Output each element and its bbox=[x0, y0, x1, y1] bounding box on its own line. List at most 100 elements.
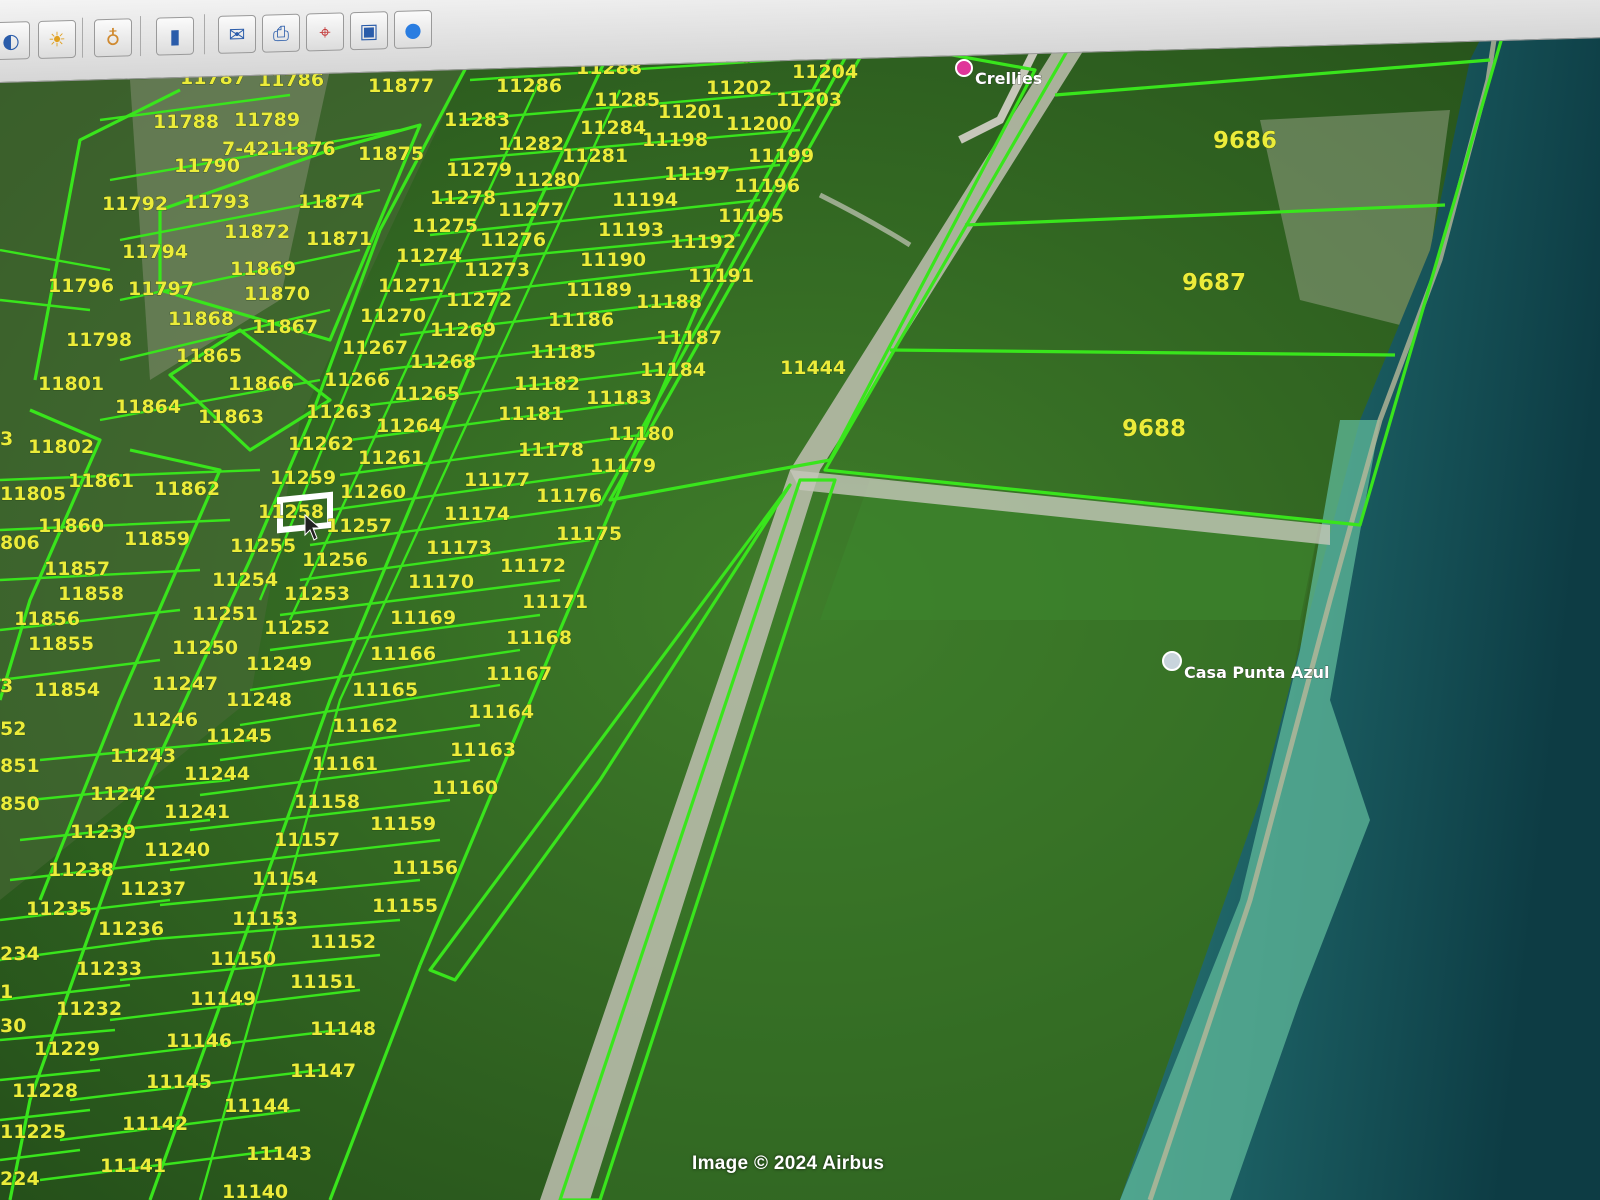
lot-label: 11794 bbox=[122, 241, 188, 263]
lot-label: 11188 bbox=[636, 291, 702, 313]
ruler-button[interactable]: ▮ bbox=[156, 16, 194, 56]
email-button[interactable]: ✉ bbox=[218, 14, 256, 54]
lot-label: 11254 bbox=[212, 569, 278, 591]
lot-label: 11274 bbox=[396, 245, 462, 267]
lot-label: 11862 bbox=[154, 478, 220, 500]
lot-label: 11260 bbox=[340, 481, 406, 503]
lot-label: 11801 bbox=[38, 373, 104, 395]
planet-icon: ♁ bbox=[105, 25, 121, 51]
lot-label: 11268 bbox=[410, 351, 476, 373]
lot-label: 11156 bbox=[392, 857, 458, 879]
lot-label: 11860 bbox=[38, 515, 104, 537]
lot-label: 11264 bbox=[376, 415, 442, 437]
earth-button[interactable]: ● bbox=[394, 9, 432, 49]
lot-label: 11174 bbox=[444, 503, 510, 525]
lot-label: 11160 bbox=[432, 777, 498, 799]
lot-label: 11203 bbox=[776, 89, 842, 111]
lot-label: 11854 bbox=[34, 679, 100, 701]
lot-label: 11278 bbox=[430, 187, 496, 209]
lot-label: 851 bbox=[0, 755, 40, 777]
lot-label: 806 bbox=[0, 532, 40, 554]
lot-label: 11273 bbox=[464, 259, 530, 281]
lot-label: 11241 bbox=[164, 801, 230, 823]
lot-label: 11148 bbox=[310, 1018, 376, 1040]
lot-label: 11200 bbox=[726, 113, 792, 135]
lot-label: 11194 bbox=[612, 189, 678, 211]
lot-label: 11228 bbox=[12, 1080, 78, 1102]
print-icon: ⎙ bbox=[273, 20, 289, 46]
lot-label: 11172 bbox=[500, 555, 566, 577]
lot-label: 11238 bbox=[48, 859, 114, 881]
lot-label: 11145 bbox=[146, 1071, 212, 1093]
lot-label: 11198 bbox=[642, 129, 708, 151]
lot-label: 11158 bbox=[294, 791, 360, 813]
lot-label: 11202 bbox=[706, 77, 772, 99]
lot-label: 11281 bbox=[562, 145, 628, 167]
map-pin-icon[interactable] bbox=[1162, 651, 1182, 671]
lot-label: 11243 bbox=[110, 745, 176, 767]
globe-nav-button[interactable]: ◐ bbox=[0, 21, 30, 61]
lot-label: 11245 bbox=[206, 725, 272, 747]
lot-label: 11261 bbox=[358, 447, 424, 469]
planet-button[interactable]: ♁ bbox=[94, 18, 132, 58]
lot-label: 11866 bbox=[228, 373, 294, 395]
place-label: Crellies bbox=[975, 69, 1042, 88]
lot-label: 11868 bbox=[168, 308, 234, 330]
lot-label: 11149 bbox=[190, 988, 256, 1010]
lot-label: 11233 bbox=[76, 958, 142, 980]
lot-label: 9688 bbox=[1122, 416, 1186, 442]
lot-label: 11242 bbox=[90, 783, 156, 805]
maps-button[interactable]: ⌖ bbox=[306, 12, 344, 52]
lot-label: 11182 bbox=[514, 373, 580, 395]
lot-label: 11253 bbox=[284, 583, 350, 605]
lot-label: 11189 bbox=[566, 279, 632, 301]
lot-label: 11870 bbox=[244, 283, 310, 305]
lot-label: 11141 bbox=[100, 1155, 166, 1177]
lot-label: 11163 bbox=[450, 739, 516, 761]
lot-label: 11286 bbox=[496, 75, 562, 97]
lot-label: 11173 bbox=[426, 537, 492, 559]
lot-label: 11165 bbox=[352, 679, 418, 701]
lot-label: 11150 bbox=[210, 948, 276, 970]
lot-label: 11867 bbox=[252, 316, 318, 338]
lot-label: 11185 bbox=[530, 341, 596, 363]
lot-label: 11251 bbox=[192, 603, 258, 625]
lot-label: 11790 bbox=[174, 155, 240, 177]
lot-label: 11259 bbox=[270, 467, 336, 489]
lot-label: 11272 bbox=[446, 289, 512, 311]
lot-label: 11171 bbox=[522, 591, 588, 613]
lot-label: 11155 bbox=[372, 895, 438, 917]
lot-label: 11877 bbox=[368, 75, 434, 97]
lot-label: 11235 bbox=[26, 898, 92, 920]
lot-label: 11201 bbox=[658, 101, 724, 123]
lot-label: 11159 bbox=[370, 813, 436, 835]
lot-label: 11191 bbox=[688, 265, 754, 287]
lot-label: 11863 bbox=[198, 406, 264, 428]
lot-label: 850 bbox=[0, 793, 40, 815]
lot-label: 11184 bbox=[640, 359, 706, 381]
lot-label: 11874 bbox=[298, 191, 364, 213]
image-attribution: Image © 2024 Airbus bbox=[692, 1153, 885, 1174]
lot-label: 11183 bbox=[586, 387, 652, 409]
lot-label: 3 bbox=[0, 675, 13, 697]
lot-label: 11177 bbox=[464, 469, 530, 491]
lot-label: 11244 bbox=[184, 763, 250, 785]
lot-label: 11239 bbox=[70, 821, 136, 843]
lot-label: 11256 bbox=[302, 549, 368, 571]
lot-label: 11277 bbox=[498, 199, 564, 221]
satellite-map[interactable]: 9686 9687 9688 11444 11787 11786 11877 1… bbox=[0, 0, 1600, 1200]
lot-label: 11269 bbox=[430, 319, 496, 341]
lot-label: 11199 bbox=[748, 145, 814, 167]
image-button[interactable]: ▣ bbox=[350, 11, 388, 51]
lot-label: 11271 bbox=[378, 275, 444, 297]
lot-label: 11864 bbox=[115, 396, 181, 418]
lot-label: 11237 bbox=[120, 878, 186, 900]
lot-label: 11789 bbox=[234, 109, 300, 131]
sun-button[interactable]: ☀ bbox=[38, 19, 76, 59]
lot-label: 11280 bbox=[514, 169, 580, 191]
ruler-icon: ▮ bbox=[169, 23, 181, 49]
lot-label: 11179 bbox=[590, 455, 656, 477]
print-button[interactable]: ⎙ bbox=[262, 13, 300, 53]
map-pin-icon[interactable] bbox=[955, 59, 973, 77]
lot-label: 11144 bbox=[224, 1095, 290, 1117]
